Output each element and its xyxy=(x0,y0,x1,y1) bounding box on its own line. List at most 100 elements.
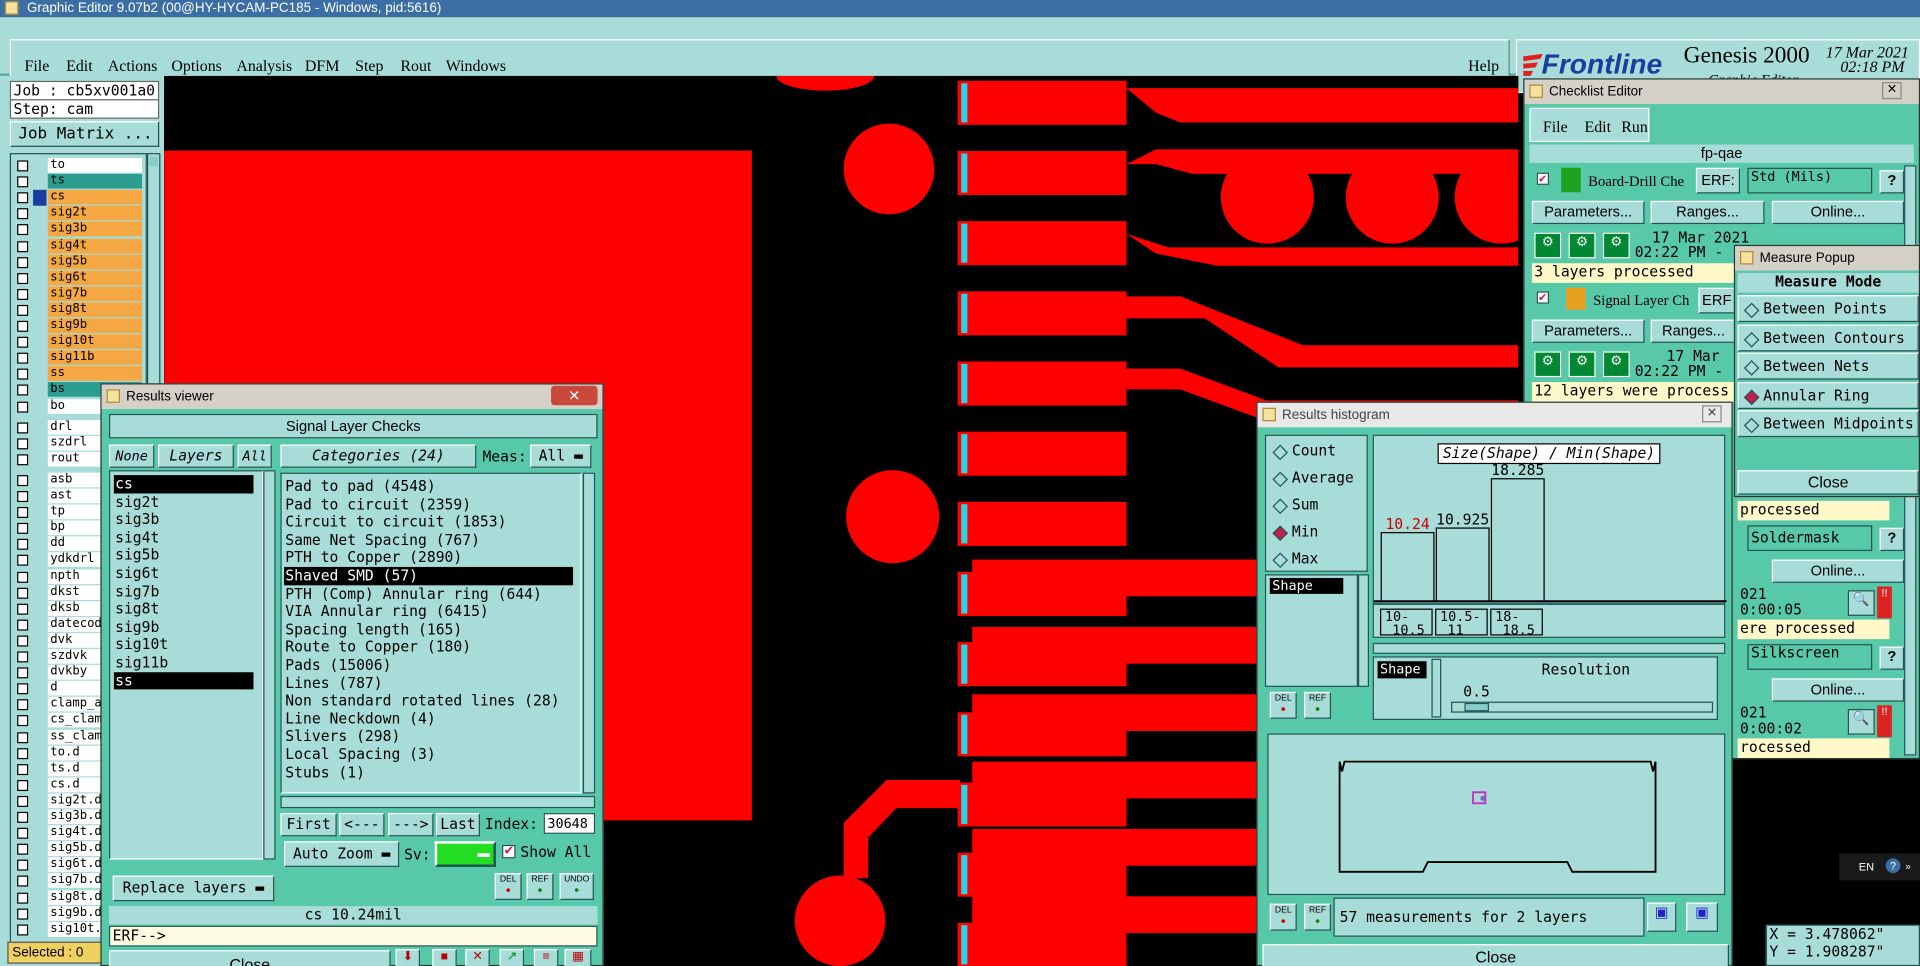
measure-close-button[interactable]: Close xyxy=(1737,470,1919,495)
tool-icon-3[interactable]: ✕ xyxy=(465,948,490,966)
layer-row-ts[interactable]: ts xyxy=(12,173,143,190)
menu-edit[interactable]: Edit xyxy=(66,56,93,76)
layer-checkbox[interactable] xyxy=(17,715,29,727)
std-field-1[interactable]: Std (Mils) xyxy=(1747,167,1873,194)
mode-max[interactable]: Max xyxy=(1292,550,1319,567)
del-button[interactable]: DEL ● xyxy=(494,873,522,901)
layer-checkbox[interactable] xyxy=(17,603,29,615)
layer-row-to[interactable]: to xyxy=(12,157,143,174)
layer-row-sig9b[interactable]: sig9b xyxy=(12,318,143,334)
category-item[interactable]: PTH to Copper (2890) xyxy=(284,549,573,567)
results-layer-item[interactable]: sig7b xyxy=(114,582,254,600)
category-item[interactable]: Shaved SMD (57) xyxy=(284,566,574,585)
layer-checkbox[interactable] xyxy=(17,539,29,551)
layer-checkbox[interactable] xyxy=(17,160,29,172)
ranges-button-2[interactable]: Ranges... xyxy=(1650,319,1737,343)
layer-checkbox[interactable] xyxy=(17,192,29,204)
layer-name[interactable]: sig9b xyxy=(47,318,143,334)
layer-name[interactable]: sig5b xyxy=(47,254,143,269)
tool-icon-4[interactable]: ↗ xyxy=(499,948,525,966)
mode-sum[interactable]: Sum xyxy=(1292,496,1319,513)
category-item[interactable]: Pads (15006) xyxy=(284,656,573,674)
mode-average[interactable]: Average xyxy=(1292,469,1354,486)
results-layer-item[interactable]: sig5b xyxy=(114,547,254,565)
check-enable-1[interactable]: ✔ xyxy=(1536,172,1549,185)
layer-checkbox[interactable] xyxy=(17,208,29,220)
hist-del-button[interactable]: DEL ● xyxy=(1269,691,1297,719)
preview-ref-button[interactable]: REF ● xyxy=(1304,903,1332,931)
measure-option-annular-ring[interactable]: Annular Ring xyxy=(1737,381,1919,409)
undo-button[interactable]: UNDO ● xyxy=(559,873,594,901)
close-icon[interactable]: ✕ xyxy=(551,385,598,406)
layer-row-sig11b[interactable]: sig11b xyxy=(12,350,143,366)
run-icon[interactable]: ⚙ xyxy=(1534,232,1562,259)
online-button-1[interactable]: Online... xyxy=(1771,200,1905,225)
layer-checkbox[interactable] xyxy=(17,859,29,871)
resolution-slider[interactable] xyxy=(1451,701,1714,713)
category-item[interactable]: Pad to pad (4548) xyxy=(284,478,573,496)
layer-checkbox[interactable] xyxy=(17,875,29,888)
results-layer-item[interactable]: sig2t xyxy=(114,493,254,511)
erf-button-1[interactable]: ERF: xyxy=(1695,167,1741,194)
close-icon[interactable]: ✕ xyxy=(1702,405,1722,423)
layer-checkbox[interactable] xyxy=(17,763,29,775)
checklist-menu-run[interactable]: Run xyxy=(1621,118,1648,138)
results-layer-item[interactable]: sig6t xyxy=(114,564,254,582)
layer-checkbox[interactable] xyxy=(17,699,29,711)
sv-color-select[interactable]: ▬ xyxy=(434,841,496,867)
hist-ref-button[interactable]: REF ● xyxy=(1304,691,1332,719)
layer-checkbox[interactable] xyxy=(17,272,29,284)
prev-button[interactable]: <--- xyxy=(339,813,385,837)
measure-option-between-midpoints[interactable]: Between Midpoints xyxy=(1737,410,1919,438)
zoom-icon[interactable]: 🔍 xyxy=(1847,708,1875,735)
category-item[interactable]: PTH (Comp) Annular ring (644) xyxy=(284,585,573,603)
layer-checkbox[interactable] xyxy=(17,437,29,450)
layer-checkbox[interactable] xyxy=(17,827,29,839)
tool-icon-5[interactable]: ≡ xyxy=(533,948,559,966)
online-button-4[interactable]: Online... xyxy=(1771,678,1905,702)
help-icon[interactable]: ? xyxy=(1879,646,1905,670)
layer-checkbox[interactable] xyxy=(17,811,29,823)
layer-checkbox[interactable] xyxy=(17,368,29,380)
checklist-menu-edit[interactable]: Edit xyxy=(1585,118,1612,138)
layer-row-ss[interactable]: ss xyxy=(12,366,143,382)
erf-button-2[interactable]: ERF xyxy=(1698,287,1736,314)
categories-hscrollbar[interactable] xyxy=(280,795,596,809)
zoom-icon[interactable]: 🔍 xyxy=(1847,590,1875,616)
chart-hscrollbar[interactable] xyxy=(1372,642,1726,654)
category-item[interactable]: Pad to circuit (2359) xyxy=(284,495,573,513)
ref-button[interactable]: REF ● xyxy=(526,873,554,901)
histogram-bar[interactable] xyxy=(1380,532,1435,602)
resolution-scrollbar[interactable] xyxy=(1431,658,1442,718)
layer-checkbox[interactable] xyxy=(17,454,29,466)
index-field[interactable]: 30648 xyxy=(543,813,596,834)
category-item[interactable]: Slivers (298) xyxy=(284,728,573,746)
layer-checkbox[interactable] xyxy=(17,635,29,647)
run-icon[interactable]: ⚙ xyxy=(1568,232,1596,259)
layer-checkbox[interactable] xyxy=(17,587,29,599)
layer-row-sig3b[interactable]: sig3b xyxy=(12,222,143,238)
std-field-4[interactable]: Silkscreen xyxy=(1747,644,1873,670)
menu-file[interactable]: File xyxy=(24,56,49,76)
close-icon[interactable]: ✕ xyxy=(1882,82,1902,100)
erf-field[interactable]: ERF--> xyxy=(108,925,598,947)
replace-layers-select[interactable]: Replace layers ▬ xyxy=(112,875,275,902)
tool-icon-1[interactable]: ⬇ xyxy=(395,948,421,966)
layer-checkbox[interactable] xyxy=(17,304,29,316)
run-icon[interactable]: ⚙ xyxy=(1534,351,1562,378)
chart-icon[interactable]: ▣ xyxy=(1646,902,1677,932)
histogram-bar[interactable] xyxy=(1435,527,1490,602)
layer-checkbox[interactable] xyxy=(17,731,29,743)
layer-checkbox[interactable] xyxy=(17,336,29,348)
language-indicator[interactable]: EN xyxy=(1859,861,1874,873)
layer-checkbox[interactable] xyxy=(17,320,29,332)
checklist-menu-file[interactable]: File xyxy=(1543,118,1568,138)
category-item[interactable]: Route to Copper (180) xyxy=(284,638,573,656)
menu-analysis[interactable]: Analysis xyxy=(236,56,292,76)
menu-rout[interactable]: Rout xyxy=(400,56,431,76)
auto-zoom-select[interactable]: Auto Zoom ▬ xyxy=(284,841,400,867)
run-icon[interactable]: ⚙ xyxy=(1602,232,1630,259)
layer-checkbox[interactable] xyxy=(17,651,29,663)
category-item[interactable]: Non standard rotated lines (28) xyxy=(284,692,573,710)
results-viewer-close-button[interactable]: Close xyxy=(108,950,391,966)
